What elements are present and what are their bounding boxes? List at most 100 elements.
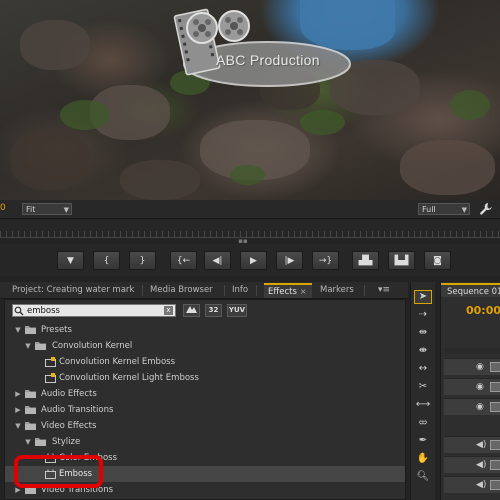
tree-folder-row[interactable]: ▼ Convolution Kernel: [5, 338, 405, 354]
sequence-panel: Sequence 01 00:00 ◉ ◉ ◉ ◀) ◀) ◀): [440, 282, 500, 500]
accelerated-effects-filter-button[interactable]: [183, 304, 200, 317]
mark-out-icon: }: [139, 255, 146, 266]
tree-effect-row[interactable]: Convolution Kernel Emboss: [5, 354, 405, 370]
tree-folder-row[interactable]: ▼ Video Effects: [5, 418, 405, 434]
tree-item-label: Audio Transitions: [41, 405, 114, 415]
rate-stretch-tool-icon[interactable]: ↔: [414, 362, 432, 376]
mark-out-button[interactable]: }: [129, 251, 156, 270]
razor-tool-icon[interactable]: ✂: [414, 380, 432, 394]
track-target-icon[interactable]: [490, 480, 500, 490]
tree-folder-row[interactable]: ▶ Audio Effects: [5, 386, 405, 402]
transport-controls: ▼ { } {← ◀| ▶ |▶ →} ▟▙ ▙▟ ◙: [0, 244, 500, 276]
tab-divider: [256, 285, 257, 296]
zoom-tool-icon[interactable]: 🔍︎: [414, 470, 432, 484]
tab-info[interactable]: Info: [228, 283, 252, 298]
step-back-button[interactable]: ◀|: [204, 251, 231, 270]
tab-effects-label: Effects: [268, 287, 297, 297]
ruler-line: [0, 237, 500, 238]
pen-tool-icon[interactable]: ✒: [414, 434, 432, 448]
disclosure-closed-icon[interactable]: ▶: [14, 386, 22, 402]
tree-folder-row[interactable]: ▶ Audio Transitions: [5, 402, 405, 418]
zoom-level-value: Fit: [26, 205, 36, 214]
go-to-out-button[interactable]: →}: [312, 251, 339, 270]
folder-icon: [25, 390, 36, 398]
slide-tool-icon[interactable]: ⤄: [414, 416, 432, 430]
preset-icon: [45, 373, 56, 383]
tree-item-label: Audio Effects: [41, 389, 97, 399]
speaker-icon[interactable]: ◀): [476, 440, 486, 450]
monitor-time-ruler[interactable]: [0, 218, 500, 239]
sequence-timecode[interactable]: 00:00: [466, 304, 500, 317]
yuv-filter-button[interactable]: YUV: [227, 304, 247, 317]
wrench-icon[interactable]: [479, 202, 493, 216]
tree-folder-row[interactable]: ▼ Stylize: [5, 434, 405, 450]
playback-resolution-value: Full: [422, 205, 436, 214]
disclosure-open-icon[interactable]: ▼: [24, 338, 32, 354]
speaker-icon[interactable]: ◀): [476, 480, 486, 490]
selection-tool-icon[interactable]: ➤: [414, 290, 432, 304]
zoom-level-select[interactable]: Fit ▼: [22, 203, 72, 215]
step-forward-icon: |▶: [284, 255, 295, 266]
effects-search-row: x 32 YUV: [5, 300, 405, 320]
audio-track-header: ◀): [444, 436, 500, 453]
eye-icon[interactable]: ◉: [476, 382, 486, 392]
ripple-edit-tool-icon[interactable]: ⇹: [414, 326, 432, 340]
tree-item-label: Presets: [41, 325, 72, 335]
tree-item-label: Convolution Kernel Emboss: [59, 357, 175, 367]
track-target-icon[interactable]: [490, 440, 500, 450]
track-select-tool-icon[interactable]: ⇢: [414, 308, 432, 322]
tab-effects[interactable]: Effects ×: [264, 283, 312, 298]
disclosure-open-icon[interactable]: ▼: [14, 418, 22, 434]
step-forward-button[interactable]: |▶: [276, 251, 303, 270]
export-frame-button[interactable]: ◙: [424, 251, 451, 270]
tab-divider: [364, 285, 365, 296]
rolling-edit-tool-icon[interactable]: ⇼: [414, 344, 432, 358]
monitor-controls-row: 0 Fit ▼ Full ▼: [0, 200, 500, 218]
tab-sequence[interactable]: Sequence 01: [441, 283, 500, 297]
add-marker-button[interactable]: ▼: [57, 251, 84, 270]
eye-icon[interactable]: ◉: [476, 362, 486, 372]
video-track-header: ◉: [444, 378, 500, 395]
annotation-highlight-box: [14, 455, 103, 488]
eye-icon[interactable]: ◉: [476, 402, 486, 412]
track-target-icon[interactable]: [490, 460, 500, 470]
track-header-divider: [444, 348, 500, 354]
tab-project[interactable]: Project: Creating water mark: [8, 283, 138, 298]
hand-tool-icon[interactable]: ✋: [414, 452, 432, 466]
disclosure-closed-icon[interactable]: ▶: [14, 402, 22, 418]
tab-media-browser[interactable]: Media Browser: [146, 283, 217, 298]
lift-button[interactable]: ▟▙: [352, 251, 379, 270]
extract-button[interactable]: ▙▟: [388, 251, 415, 270]
tree-folder-row[interactable]: ▼ Presets: [5, 322, 405, 338]
step-back-icon: ◀|: [212, 255, 223, 266]
mark-in-button[interactable]: {: [93, 251, 120, 270]
playback-resolution-select[interactable]: Full ▼: [418, 203, 470, 215]
close-icon[interactable]: ×: [300, 287, 307, 296]
effects-search-box[interactable]: x: [12, 304, 176, 317]
disclosure-open-icon[interactable]: ▼: [24, 434, 32, 450]
32-bit-filter-button[interactable]: 32: [205, 304, 222, 317]
track-target-icon[interactable]: [490, 382, 500, 392]
search-icon: [14, 306, 24, 316]
track-target-icon[interactable]: [490, 402, 500, 412]
play-button[interactable]: ▶: [240, 251, 267, 270]
tools-panel: ➤ ⇢ ⇹ ⇼ ↔ ✂ ⟷ ⤄ ✒ ✋ 🔍︎: [410, 282, 435, 500]
video-track-header: ◉: [444, 358, 500, 375]
go-to-in-button[interactable]: {←: [170, 251, 197, 270]
clear-search-icon[interactable]: x: [164, 306, 173, 315]
lower-panel-tabs: Project: Creating water mark Media Brows…: [0, 282, 408, 299]
go-to-in-icon: {←: [176, 255, 191, 266]
tree-item-label: Stylize: [52, 437, 81, 447]
audio-track-header: ◀): [444, 476, 500, 493]
marker-icon: ▼: [67, 255, 74, 266]
effects-search-input[interactable]: [27, 305, 163, 316]
tree-effect-row[interactable]: Convolution Kernel Light Emboss: [5, 370, 405, 386]
panel-menu-icon[interactable]: ▾≡: [372, 283, 396, 297]
track-target-icon[interactable]: [490, 362, 500, 372]
chevron-down-icon: ▼: [63, 206, 69, 214]
slip-tool-icon[interactable]: ⟷: [414, 398, 432, 412]
speaker-icon[interactable]: ◀): [476, 460, 486, 470]
folder-icon: [35, 342, 46, 350]
disclosure-open-icon[interactable]: ▼: [14, 322, 22, 338]
tab-markers[interactable]: Markers: [316, 283, 358, 298]
